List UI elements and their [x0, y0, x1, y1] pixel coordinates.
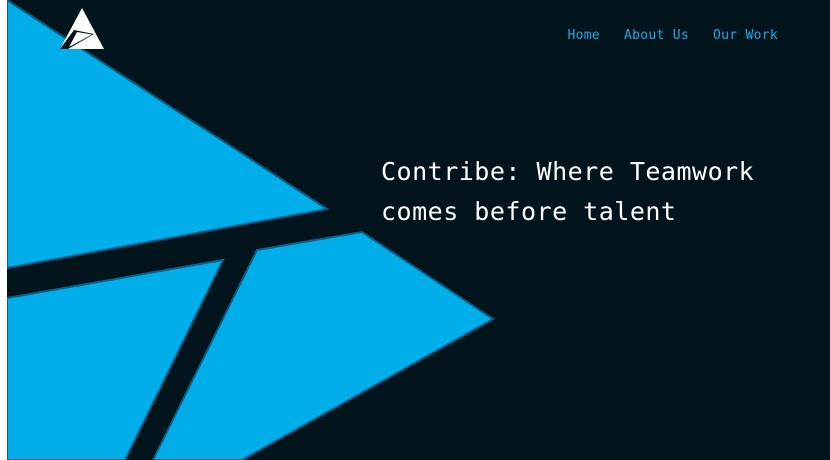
- landing-page: Home About Us Our Work Contribe: Where T…: [0, 0, 830, 460]
- hero-headline: Contribe: Where Teamwork comes before ta…: [381, 157, 755, 226]
- upper-triangle-shape: [7, 0, 330, 270]
- nav-link-about-us[interactable]: About Us: [624, 28, 689, 43]
- nav-link-home[interactable]: Home: [567, 28, 600, 43]
- hero-section: Home About Us Our Work Contribe: Where T…: [7, 0, 830, 460]
- left-edge-strip: [0, 0, 7, 460]
- main-nav: Home About Us Our Work: [567, 28, 778, 43]
- nav-link-our-work[interactable]: Our Work: [713, 28, 778, 43]
- triangle-logo-icon[interactable]: [60, 8, 105, 50]
